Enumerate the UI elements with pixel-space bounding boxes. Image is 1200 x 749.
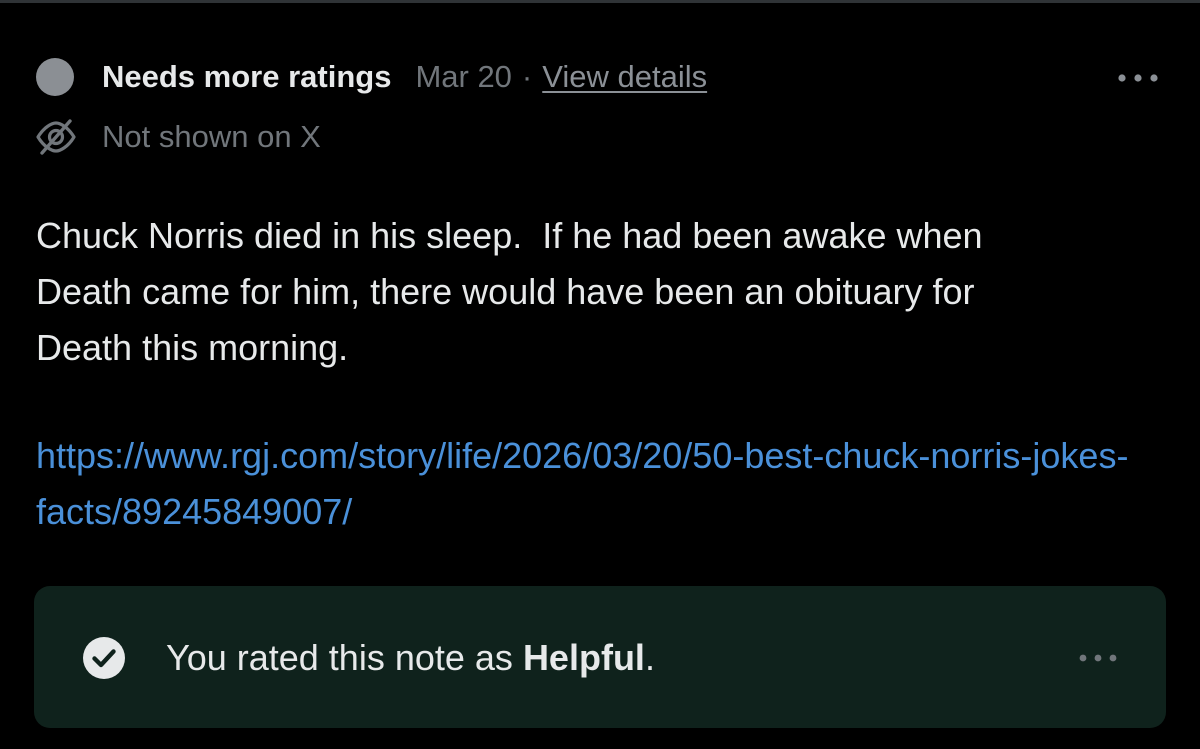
community-note-card: Needs more ratings Mar 20 · View details… — [0, 3, 1200, 749]
more-horizontal-icon — [1118, 74, 1158, 82]
rating-suffix: . — [644, 637, 655, 678]
source-link[interactable]: https://www.rgj.com/story/life/2026/03/2… — [36, 428, 1136, 540]
note-date: Mar 20 — [415, 59, 512, 94]
visibility-row: Not shown on X — [34, 117, 321, 157]
note-more-button[interactable] — [1110, 63, 1166, 93]
more-horizontal-icon — [1079, 654, 1117, 662]
note-body-text: Chuck Norris died in his sleep. If he ha… — [36, 215, 983, 368]
rating-prefix: You rated this note as — [166, 637, 523, 678]
check-circle-icon — [83, 637, 125, 679]
note-header: Needs more ratings Mar 20 · View details — [36, 57, 707, 97]
rating-status-box: You rated this note as Helpful. — [34, 586, 1166, 728]
rating-more-button[interactable] — [1070, 644, 1126, 672]
rating-message: You rated this note as Helpful. — [166, 636, 655, 680]
status-dot-icon — [36, 58, 74, 96]
view-details-link[interactable]: View details — [542, 59, 707, 95]
eye-off-icon — [36, 119, 76, 155]
rating-value: Helpful — [522, 637, 645, 678]
visibility-text: Not shown on X — [102, 119, 321, 154]
meta-separator: · — [521, 59, 533, 94]
note-status-label: Needs more ratings — [102, 59, 392, 94]
